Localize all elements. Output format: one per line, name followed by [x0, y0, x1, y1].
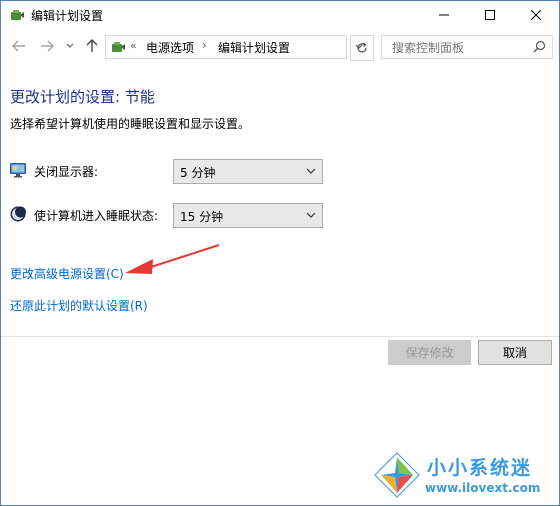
maximize-icon — [485, 10, 495, 20]
moon-icon — [10, 206, 26, 222]
navigation-bar: « 电源选项 › 编辑计划设置 搜索控制面板 — [1, 31, 559, 63]
search-placeholder: 搜索控制面板 — [392, 41, 465, 55]
close-icon — [531, 10, 541, 20]
advanced-power-settings-link[interactable]: 更改高级电源设置(C) — [10, 265, 124, 282]
breadcrumb-separator[interactable]: › — [202, 38, 207, 52]
sleep-value: 15 分钟 — [180, 210, 224, 224]
breadcrumb-edit-plan[interactable]: 编辑计划设置 — [218, 39, 290, 56]
edit-plan-settings-window: 编辑计划设置 « 电源选项 › 编辑计划设置 搜索控制面板 更改计划的设置: 节… — [0, 0, 560, 506]
maximize-button[interactable] — [467, 1, 513, 29]
title-bar: 编辑计划设置 — [1, 1, 559, 29]
watermark-logo-icon — [374, 452, 420, 498]
sleep-label: 使计算机进入睡眠状态: — [34, 209, 159, 223]
cancel-button[interactable]: 取消 — [478, 340, 552, 365]
back-button[interactable] — [10, 37, 28, 55]
watermark-name: 小小系统迷 — [427, 457, 533, 479]
refresh-icon — [357, 42, 367, 53]
forward-button[interactable] — [38, 37, 56, 55]
save-changes-button[interactable]: 保存修改 — [388, 340, 471, 365]
up-button[interactable] — [83, 37, 101, 55]
watermark: 小小系统迷 www.ilovext.com — [373, 451, 557, 501]
settings-content: 更改计划的设置: 节能 选择希望计算机使用的睡眠设置和显示设置。 关闭显示器: … — [1, 65, 559, 337]
address-bar[interactable]: « 电源选项 › 编辑计划设置 — [105, 35, 363, 59]
footer-divider — [1, 336, 559, 337]
search-box[interactable]: 搜索控制面板 — [381, 35, 553, 59]
chevron-down-icon — [306, 168, 316, 174]
display-off-label: 关闭显示器: — [34, 165, 99, 179]
close-button[interactable] — [513, 1, 559, 29]
overflow-indicator[interactable]: « — [130, 39, 137, 52]
page-title: 更改计划的设置: 节能 — [10, 88, 155, 106]
display-off-value: 5 分钟 — [180, 166, 216, 180]
minimize-icon — [439, 14, 449, 16]
power-options-icon — [11, 10, 24, 20]
up-arrow-icon — [86, 39, 98, 52]
display-off-dropdown[interactable]: 5 分钟 — [173, 159, 323, 184]
refresh-button[interactable] — [350, 35, 374, 61]
breadcrumb-power-options[interactable]: 电源选项 — [146, 39, 194, 56]
chevron-down-icon — [306, 212, 316, 218]
power-options-icon — [112, 42, 125, 52]
restore-defaults-link[interactable]: 还原此计划的默认设置(R) — [10, 297, 148, 314]
monitor-icon — [10, 163, 26, 178]
sleep-dropdown[interactable]: 15 分钟 — [173, 203, 323, 228]
minimize-button[interactable] — [421, 1, 467, 29]
search-icon[interactable] — [533, 40, 546, 53]
window-title: 编辑计划设置 — [31, 9, 104, 23]
watermark-url: www.ilovext.com — [425, 481, 541, 495]
page-description: 选择希望计算机使用的睡眠设置和显示设置。 — [10, 117, 251, 131]
back-arrow-icon — [12, 40, 25, 52]
forward-arrow-icon — [41, 40, 54, 52]
chevron-down-icon — [66, 43, 74, 48]
recent-locations-button[interactable] — [63, 37, 77, 55]
